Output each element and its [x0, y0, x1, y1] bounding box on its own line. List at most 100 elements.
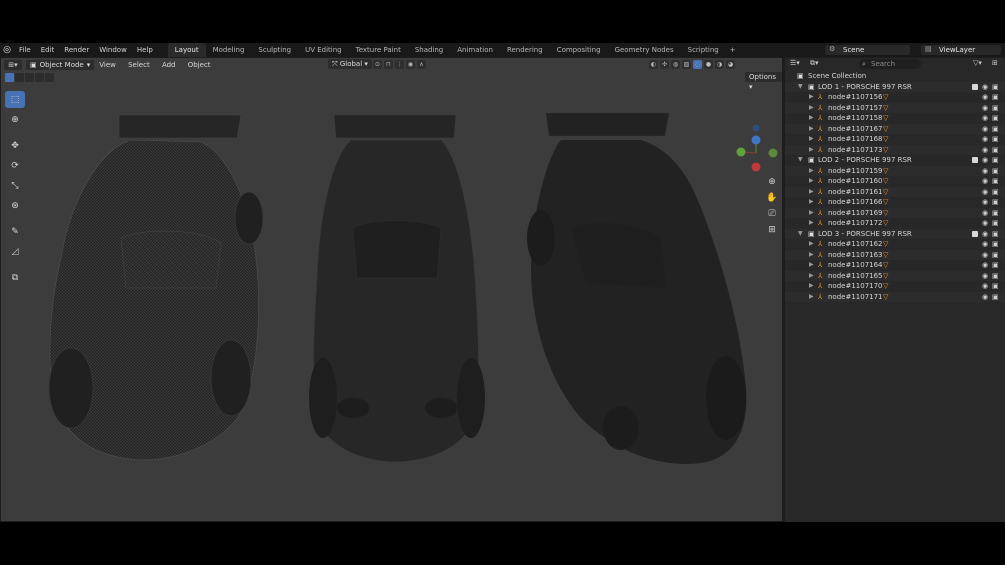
render-camera-icon[interactable]: ▣	[992, 281, 999, 292]
eye-icon[interactable]: ◉	[982, 166, 988, 177]
mode-selector[interactable]: ▣ Object Mode ▾	[26, 59, 95, 70]
mesh-data-icon[interactable]: ▽	[883, 166, 888, 177]
eye-icon[interactable]: ◉	[982, 292, 988, 303]
mesh-data-icon[interactable]: ▽	[883, 197, 888, 208]
annotate-tool-icon[interactable]: ✎	[5, 223, 25, 240]
node-row[interactable]: ▶ ⅄ node#1107164 ▽ ◉ ▣	[785, 260, 1005, 271]
node-row[interactable]: ▶ ⅄ node#1107169 ▽ ◉ ▣	[785, 207, 1005, 219]
render-camera-icon[interactable]: ▣	[992, 292, 999, 303]
node-row[interactable]: ▶ ⅄ node#1107163 ▽ ◉ ▣	[785, 249, 1005, 261]
options-dropdown[interactable]: Options ▾	[745, 72, 782, 91]
eye-icon[interactable]: ◉	[982, 197, 988, 208]
render-camera-icon[interactable]: ▣	[992, 239, 999, 250]
render-camera-icon[interactable]: ▣	[992, 124, 999, 135]
render-camera-icon[interactable]: ▣	[992, 250, 999, 261]
pan-hand-icon[interactable]: ✋	[765, 191, 779, 205]
chevron-right-icon[interactable]: ▶	[809, 113, 814, 124]
eye-icon[interactable]: ◉	[982, 250, 988, 261]
proportional-edit-icon[interactable]: ◉	[406, 60, 415, 69]
navigation-gizmo[interactable]	[736, 124, 778, 172]
transform-orientation[interactable]: ⤧ Global ▾	[328, 59, 372, 69]
car-lod1[interactable]	[48, 114, 264, 461]
eye-icon[interactable]: ◉	[982, 187, 988, 198]
chevron-right-icon[interactable]: ▶	[809, 281, 814, 292]
chevron-right-icon[interactable]: ▶	[809, 176, 814, 187]
gizmo-x-axis[interactable]	[751, 162, 761, 172]
3d-viewport[interactable]: ⊞▾ ▣ Object Mode ▾ View Select Add Objec…	[1, 58, 782, 521]
eye-icon[interactable]: ◉	[982, 113, 988, 124]
new-collection-icon[interactable]: ⊞	[992, 59, 998, 67]
mesh-data-icon[interactable]: ▽	[883, 176, 888, 187]
node-row[interactable]: ▶ ⅄ node#1107167 ▽ ◉ ▣	[785, 123, 1005, 135]
chevron-right-icon[interactable]: ▶	[809, 218, 814, 229]
measure-tool-icon[interactable]: ◿	[5, 243, 25, 260]
eye-icon[interactable]: ◉	[982, 281, 988, 292]
menu-file[interactable]: File	[14, 43, 36, 57]
chevron-right-icon[interactable]: ▶	[809, 208, 814, 219]
overlay-icon[interactable]: ◍	[671, 60, 680, 69]
mesh-data-icon[interactable]: ▽	[883, 218, 888, 229]
render-camera-icon[interactable]: ▣	[992, 218, 999, 229]
render-camera-icon[interactable]: ▣	[992, 176, 999, 187]
move-tool-icon[interactable]: ✥	[5, 137, 25, 154]
node-row[interactable]: ▶ ⅄ node#1107159 ▽ ◉ ▣	[785, 165, 1005, 177]
editor-type-icon[interactable]: ⊞▾	[4, 59, 22, 70]
collection-row[interactable]: ▼ ▣ LOD 2 - PORSCHE 997 RSR ◉ ▣	[785, 155, 1005, 166]
menu-render[interactable]: Render	[59, 43, 94, 57]
car-lod3[interactable]	[527, 112, 747, 464]
mesh-data-icon[interactable]: ▽	[883, 145, 888, 156]
select-invert-icon[interactable]	[35, 73, 44, 82]
node-row[interactable]: ▶ ⅄ node#1107157 ▽ ◉ ▣	[785, 102, 1005, 113]
outliner-row[interactable]: ▣ Scene Collection	[785, 71, 1005, 82]
collection-row[interactable]: ▼ ▣ LOD 3 - PORSCHE 997 RSR ◉ ▣	[785, 228, 1005, 240]
eye-icon[interactable]: ◉	[982, 229, 988, 240]
eye-icon[interactable]: ◉	[982, 271, 988, 282]
chevron-right-icon[interactable]: ▶	[809, 134, 814, 145]
outliner-search-input[interactable]: ⌕ Search	[859, 59, 921, 69]
gizmo-z-axis[interactable]	[751, 135, 761, 145]
chevron-right-icon[interactable]: ▶	[809, 166, 814, 177]
node-row[interactable]: ▶ ⅄ node#1107162 ▽ ◉ ▣	[785, 239, 1005, 250]
select-extend-icon[interactable]	[15, 73, 24, 82]
gizmo-y-axis[interactable]	[736, 147, 746, 157]
scale-tool-icon[interactable]: ⤡	[5, 177, 25, 194]
eye-icon[interactable]: ◉	[982, 124, 988, 135]
perspective-grid-icon[interactable]: ⊞	[765, 223, 779, 237]
node-row[interactable]: ▶ ⅄ node#1107172 ▽ ◉ ▣	[785, 218, 1005, 229]
display-mode-icon[interactable]: ⧉▾	[810, 59, 819, 68]
chevron-right-icon[interactable]: ▶	[809, 239, 814, 250]
snap-target-icon[interactable]: ⋮	[395, 60, 404, 69]
mesh-data-icon[interactable]: ▽	[883, 124, 888, 135]
menu-window[interactable]: Window	[94, 43, 132, 57]
mesh-data-icon[interactable]: ▽	[883, 271, 888, 282]
visibility-icon[interactable]: ◐	[649, 60, 658, 69]
render-camera-icon[interactable]: ▣	[992, 271, 999, 282]
node-row[interactable]: ▶ ⅄ node#1107165 ▽ ◉ ▣	[785, 270, 1005, 282]
render-camera-icon[interactable]: ▣	[992, 134, 999, 145]
mesh-data-icon[interactable]: ▽	[883, 239, 888, 250]
menu-object[interactable]: Object	[183, 61, 216, 69]
render-camera-icon[interactable]: ▣	[992, 113, 999, 124]
add-cube-tool-icon[interactable]: ⧉	[5, 269, 25, 286]
render-camera-icon[interactable]: ▣	[992, 208, 999, 219]
chevron-right-icon[interactable]: ▶	[809, 197, 814, 208]
zoom-icon[interactable]: ⊕	[765, 175, 779, 189]
chevron-right-icon[interactable]: ▶	[809, 145, 814, 156]
render-camera-icon[interactable]: ▣	[992, 92, 999, 103]
transform-tool-icon[interactable]: ⊛	[5, 197, 25, 214]
mesh-data-icon[interactable]: ▽	[883, 292, 888, 303]
tab-shading[interactable]: Shading	[408, 43, 450, 57]
chevron-right-icon[interactable]: ▶	[809, 260, 814, 271]
gizmo-neg-z-axis[interactable]	[752, 124, 760, 132]
menu-help[interactable]: Help	[132, 43, 158, 57]
select-intersect-icon[interactable]	[45, 73, 54, 82]
collection-row[interactable]: ▼ ▣ LOD 1 - PORSCHE 997 RSR ◉ ▣	[785, 81, 1005, 92]
tab-layout[interactable]: Layout	[167, 43, 206, 57]
render-camera-icon[interactable]: ▣	[992, 260, 999, 271]
cursor-tool-icon[interactable]: ⊕	[5, 111, 25, 128]
tab-rendering[interactable]: Rendering	[500, 43, 550, 57]
pivot-icon[interactable]: ⊙	[373, 60, 382, 69]
node-row[interactable]: ▶ ⅄ node#1107166 ▽ ◉ ▣	[785, 197, 1005, 208]
exclude-checkbox[interactable]	[972, 230, 978, 237]
render-camera-icon[interactable]: ▣	[992, 166, 999, 177]
